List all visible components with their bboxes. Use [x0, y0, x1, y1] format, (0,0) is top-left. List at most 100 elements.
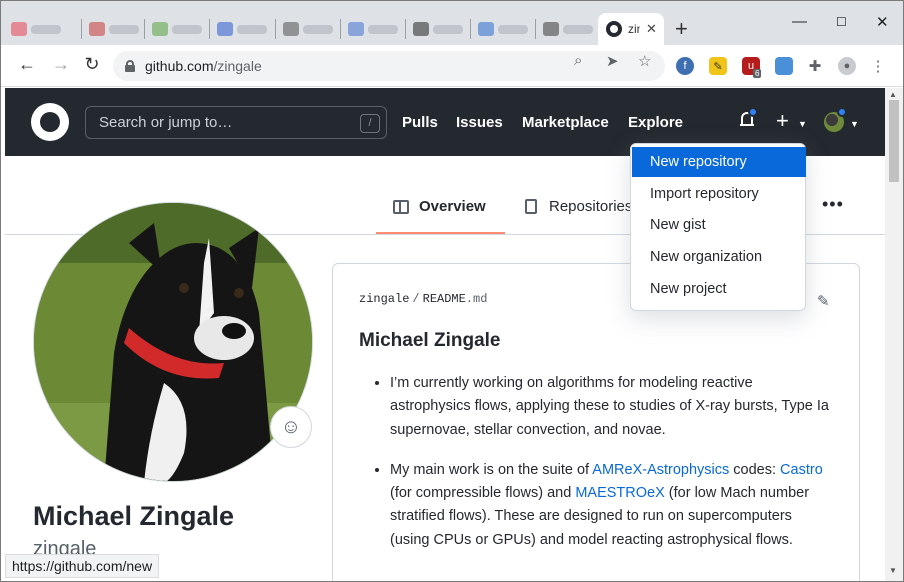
- more-tabs-icon[interactable]: •••: [822, 194, 844, 215]
- chevron-down-icon[interactable]: ▼: [850, 119, 859, 129]
- bookmark-star-icon[interactable]: ☆: [638, 52, 651, 70]
- readme-title: Michael Zingale: [359, 330, 501, 351]
- tab-overview[interactable]: Overview: [393, 198, 486, 215]
- browser-tab-active[interactable]: zingale ✕: [598, 13, 664, 45]
- profile-icon[interactable]: ●: [838, 57, 856, 75]
- nav-marketplace[interactable]: Marketplace: [522, 114, 609, 131]
- browser-tab[interactable]: [537, 13, 593, 45]
- create-new-dropdown: New repository Import repository New gis…: [630, 143, 806, 311]
- tab-separator: [209, 19, 210, 39]
- create-new-plus-icon[interactable]: +: [776, 108, 789, 134]
- back-arrow-icon[interactable]: ←: [15, 54, 39, 75]
- browser-tab[interactable]: [211, 13, 267, 45]
- nav-issues[interactable]: Issues: [456, 114, 503, 131]
- search-shortcut-hint: /: [360, 114, 380, 133]
- browser-toolbar: ← → ↻ github.com/zingale ⌕ ➤ ☆ f ✎ u 6 ✚…: [1, 45, 903, 87]
- extension-icon[interactable]: f: [676, 57, 694, 75]
- link-status-bar: https://github.com/new: [5, 554, 160, 578]
- readme-list: I’m currently working on algorithms for …: [390, 372, 830, 569]
- minimize-icon[interactable]: —: [792, 13, 807, 30]
- window-close-icon[interactable]: ✕: [876, 13, 889, 31]
- profile-avatar[interactable]: [33, 202, 313, 482]
- tab-favicon-icon: [348, 22, 364, 36]
- maestroex-link[interactable]: MAESTROeX: [575, 485, 664, 501]
- tab-separator: [81, 19, 82, 39]
- browser-tab[interactable]: [83, 13, 139, 45]
- zoom-icon[interactable]: ⌕: [574, 52, 582, 69]
- tab-separator: [405, 19, 406, 39]
- browser-tab[interactable]: [5, 13, 61, 45]
- menu-item-new-project[interactable]: New project: [632, 274, 806, 304]
- bullet-text: My main work is on the suite of: [390, 461, 593, 478]
- bullet-text: codes:: [729, 461, 781, 478]
- tab-title-blurred: [368, 24, 398, 34]
- tab-strip: zingale ✕ + — ☐ ✕: [1, 1, 903, 45]
- tab-separator: [535, 19, 536, 39]
- url-domain: github.com: [145, 58, 214, 74]
- scrollbar-thumb[interactable]: [889, 100, 899, 182]
- tab-separator: [340, 19, 341, 39]
- readme-ext: .md: [465, 292, 488, 306]
- tab-repositories[interactable]: Repositories: [525, 198, 632, 215]
- extensions-puzzle-icon[interactable]: ✚: [806, 57, 824, 75]
- browser-tab[interactable]: [277, 13, 333, 45]
- tab-title-blurred: [563, 24, 593, 34]
- nav-pulls[interactable]: Pulls: [402, 114, 438, 131]
- tab-favicon-icon: [478, 22, 494, 36]
- tab-favicon-icon: [152, 22, 168, 36]
- browser-tab[interactable]: [407, 13, 463, 45]
- readme-bullet: My main work is on the suite of AMReX-As…: [390, 459, 830, 552]
- tab-title-blurred: [31, 24, 61, 34]
- readme-owner-link[interactable]: zingale: [359, 292, 409, 306]
- search-input[interactable]: Search or jump to… /: [85, 106, 387, 139]
- tab-title-blurred: [237, 24, 267, 34]
- menu-item-new-repository[interactable]: New repository: [632, 147, 806, 177]
- browser-tab[interactable]: [146, 13, 202, 45]
- scroll-up-icon[interactable]: ▲: [889, 90, 897, 99]
- address-url[interactable]: github.com/zingale: [145, 58, 262, 74]
- notification-dot: [748, 107, 758, 117]
- amrex-astrophysics-link[interactable]: AMReX-Astrophysics: [592, 462, 729, 478]
- nav-explore[interactable]: Explore: [628, 114, 683, 131]
- profile-full-name: Michael Zingale: [33, 501, 235, 531]
- extension-icon[interactable]: ✎: [709, 57, 727, 75]
- tab-title-blurred: [498, 24, 528, 34]
- tab-repositories-label: Repositories: [549, 198, 633, 215]
- menu-item-new-organization[interactable]: New organization: [632, 242, 806, 272]
- browser-window: zingale ✕ + — ☐ ✕ ← → ↻ github.com/zinga…: [0, 0, 904, 582]
- edit-pencil-icon[interactable]: ✎: [817, 292, 830, 310]
- chevron-down-icon[interactable]: ▼: [798, 119, 807, 129]
- status-dot: [837, 107, 847, 117]
- readme-bullet: I’m currently working on algorithms for …: [390, 372, 830, 442]
- github-logo-icon[interactable]: [31, 103, 69, 141]
- tab-separator: [275, 19, 276, 39]
- tab-favicon-icon: [543, 22, 559, 36]
- page-scrollbar[interactable]: ▲ ▼: [885, 88, 903, 581]
- castro-link[interactable]: Castro: [780, 462, 823, 478]
- reload-icon[interactable]: ↻: [80, 54, 104, 75]
- forward-arrow-icon[interactable]: →: [49, 54, 73, 75]
- set-status-smiley-icon[interactable]: ☺: [270, 406, 312, 448]
- docs-extension-icon[interactable]: [775, 57, 793, 75]
- browser-menu-icon[interactable]: ⋮: [869, 57, 887, 75]
- tab-favicon-icon: [413, 22, 429, 36]
- active-tab-title: zingale: [628, 22, 640, 36]
- github-favicon-icon: [606, 21, 622, 37]
- scroll-down-icon[interactable]: ▼: [889, 566, 897, 575]
- repo-icon: [525, 199, 537, 214]
- new-tab-button[interactable]: +: [675, 17, 688, 41]
- maximize-icon[interactable]: ☐: [836, 15, 847, 29]
- bullet-text: I’m currently working on algorithms for …: [390, 375, 829, 438]
- menu-item-import-repository[interactable]: Import repository: [632, 179, 806, 209]
- browser-tab[interactable]: [342, 13, 398, 45]
- readme-file: README: [422, 292, 466, 306]
- browser-tab[interactable]: [472, 13, 528, 45]
- tab-favicon-icon: [283, 22, 299, 36]
- lock-icon[interactable]: [125, 60, 135, 72]
- tab-close-icon[interactable]: ✕: [646, 21, 657, 37]
- url-path: /zingale: [213, 58, 262, 74]
- send-icon[interactable]: ➤: [606, 52, 619, 70]
- menu-item-new-gist[interactable]: New gist: [632, 210, 806, 240]
- dog-photo: [34, 203, 312, 481]
- search-placeholder: Search or jump to…: [99, 114, 233, 131]
